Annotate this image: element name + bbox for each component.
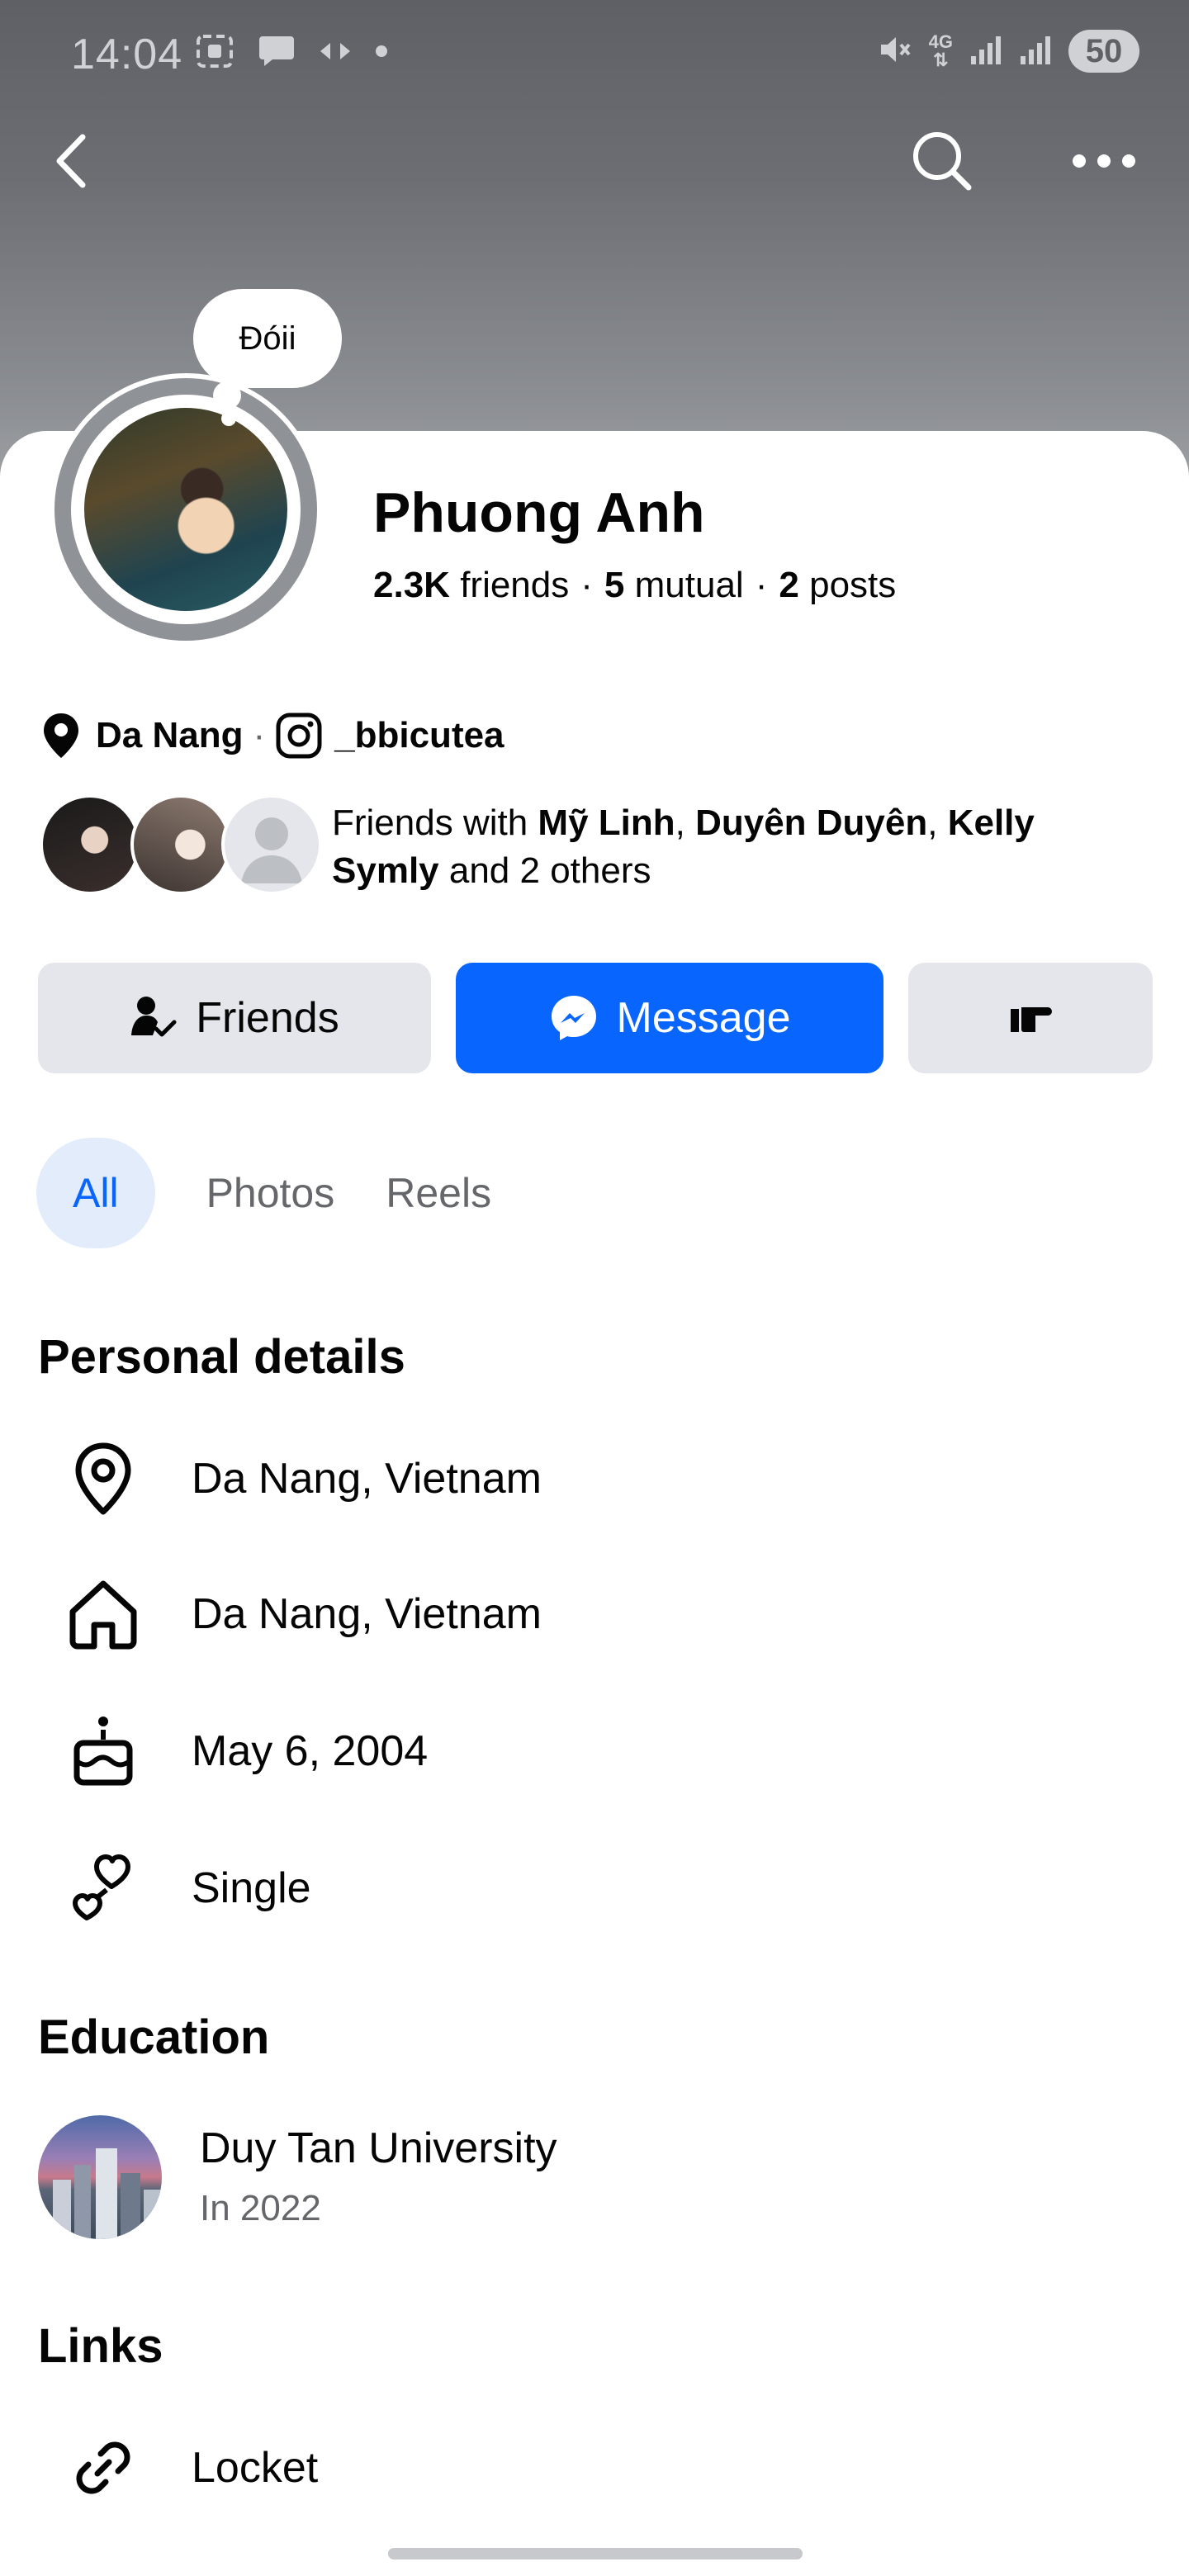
network-type-icon: 4G ⇅ [928, 31, 953, 70]
status-note-text: Đóii [239, 320, 296, 357]
links-title: Links [38, 2319, 163, 2373]
mutual-count[interactable]: 5 [604, 565, 624, 605]
profile-stats: 2.3K friends · 5 mutual · 2 posts [373, 565, 897, 605]
detail-row-birthday: May 6, 2004 [58, 1706, 428, 1797]
poke-button[interactable] [908, 963, 1153, 1073]
detail-text: Single [192, 1864, 311, 1912]
detail-row-current-city: Da Nang, Vietnam [58, 1433, 542, 1524]
detail-text: Da Nang, Vietnam [192, 1455, 542, 1503]
more-options-button[interactable] [1067, 124, 1141, 198]
school-photo[interactable] [38, 2115, 162, 2239]
detail-row-relationship: Single [58, 1843, 311, 1934]
mutual-friend-avatar [40, 794, 140, 895]
relationship-hearts-icon [58, 1850, 149, 1926]
location-pin-filled-icon [44, 713, 78, 758]
link-text: Locket [192, 2444, 319, 2492]
tab-reels[interactable]: Reels [386, 1138, 491, 1248]
status-bar: 14:04 4G ⇅ 50 [0, 0, 1189, 107]
detail-text: May 6, 2004 [192, 1727, 429, 1775]
back-button[interactable] [35, 124, 109, 198]
home-icon [58, 1577, 149, 1651]
school-year: In 2022 [200, 2188, 321, 2228]
school-name[interactable]: Duy Tan University [200, 2124, 557, 2173]
link-row[interactable]: Locket [58, 2422, 318, 2513]
avatar-photo [84, 408, 287, 611]
location-pin-icon [58, 1441, 149, 1517]
chat-bubble-icon [258, 33, 296, 73]
default-avatar [221, 794, 322, 895]
search-button[interactable] [905, 124, 979, 198]
battery-indicator: 50 [1068, 30, 1139, 73]
message-button[interactable]: Message [456, 963, 883, 1073]
friends-count[interactable]: 2.3K [373, 565, 450, 605]
tab-photos[interactable]: Photos [206, 1138, 335, 1248]
status-time: 14:04 [71, 31, 183, 78]
message-button-label: Message [616, 994, 791, 1042]
instagram-icon [276, 713, 322, 759]
bubble-tail-small [221, 411, 236, 426]
profile-name: Phuong Anh [373, 481, 705, 544]
intro-location[interactable]: Da Nang [96, 715, 243, 756]
signal-icon-2 [1019, 33, 1052, 70]
tab-all[interactable]: All [36, 1138, 155, 1248]
birthday-cake-icon [58, 1713, 149, 1789]
sync-arrows-icon [319, 39, 352, 68]
mutual-friends-text[interactable]: Friends with Mỹ Linh, Duyên Duyên, Kelly… [332, 799, 1125, 895]
detail-row-hometown: Da Nang, Vietnam [58, 1569, 542, 1660]
profile-avatar[interactable] [50, 373, 322, 646]
status-note-bubble[interactable]: Đóii [193, 289, 342, 388]
friend-check-icon [130, 994, 178, 1042]
building-skyline-icon [53, 2148, 162, 2239]
poke-hand-icon [1011, 1007, 1052, 1032]
home-indicator[interactable] [388, 2548, 803, 2559]
personal-details-title: Personal details [38, 1330, 405, 1384]
bubble-tail [213, 381, 241, 410]
profile-intro-row: Da Nang · _bbicutea [41, 712, 504, 760]
friends-button-label: Friends [196, 994, 339, 1042]
posts-count: 2 [779, 565, 799, 605]
detail-text: Da Nang, Vietnam [192, 1590, 542, 1638]
search-icon [913, 132, 972, 191]
profile-tabs: All Photos Reels [36, 1138, 542, 1248]
more-dots-icon [1073, 154, 1135, 168]
signal-icon [969, 33, 1002, 70]
mutual-friend-avatar [130, 794, 231, 895]
chevron-left-icon [56, 134, 86, 188]
link-icon [58, 2431, 149, 2505]
person-icon [241, 817, 302, 883]
messenger-icon [549, 993, 599, 1043]
screenshot-icon [195, 33, 234, 73]
education-title: Education [38, 2010, 270, 2064]
instagram-handle[interactable]: _bbicutea [334, 715, 504, 756]
mute-icon [876, 31, 912, 72]
notification-dot-icon [375, 45, 388, 62]
friends-button[interactable]: Friends [38, 963, 431, 1073]
